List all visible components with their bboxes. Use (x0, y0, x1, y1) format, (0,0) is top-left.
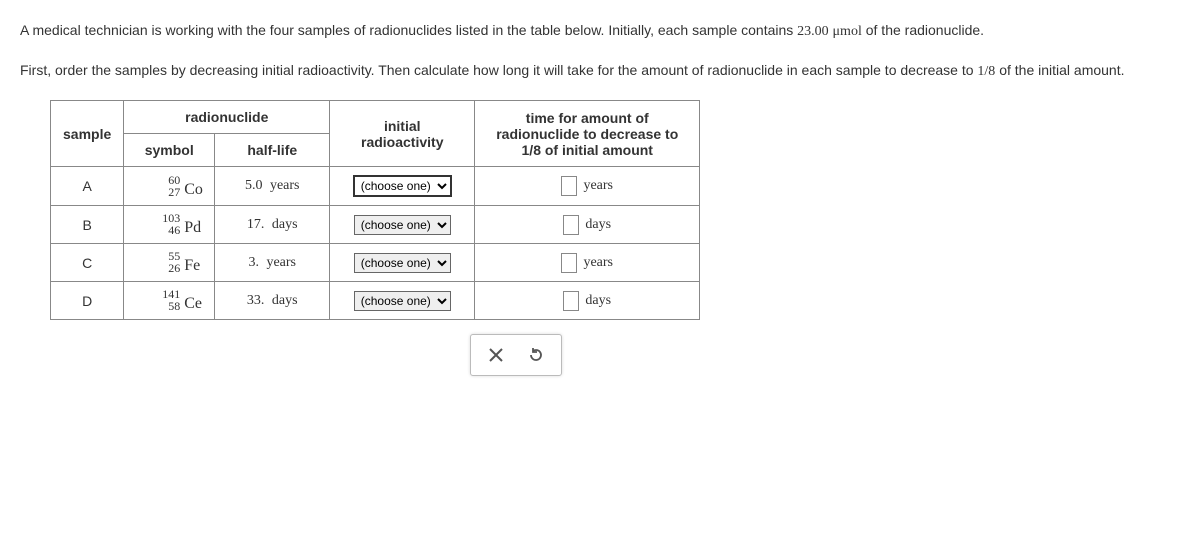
element-symbol: Fe (184, 258, 200, 274)
mass-number: 60 (158, 174, 180, 186)
action-bar (470, 334, 562, 376)
radioactivity-select[interactable]: (choose one) (353, 175, 452, 197)
half-life-value: 5.0 years (215, 167, 330, 206)
nuclide-symbol: 55 Fe 26 (124, 244, 215, 282)
sample-id: A (51, 167, 124, 206)
undo-icon (528, 347, 544, 363)
sample-id: B (51, 206, 124, 244)
half-life-value: 17. days (215, 206, 330, 244)
table-row: B 103 Pd 46 17. days (choose one) days (51, 206, 700, 244)
intro-text-2b: of the initial amount. (995, 62, 1124, 78)
radionuclide-table: sample radionuclide initial radioactivit… (50, 100, 700, 320)
radioactivity-select[interactable]: (choose one) (354, 291, 451, 311)
half-life-value: 3. years (215, 244, 330, 282)
nuclide-symbol: 141 Ce 58 (124, 282, 215, 320)
nuclide-symbol: 60 Co 27 (124, 167, 215, 206)
atomic-number: 27 (158, 186, 180, 198)
fraction: 1/8 (977, 64, 995, 79)
time-input[interactable] (561, 253, 577, 273)
element-symbol: Co (184, 182, 203, 198)
header-initial-radioactivity: initial radioactivity (330, 101, 475, 167)
atomic-number: 46 (158, 224, 180, 236)
atomic-number: 58 (158, 300, 180, 312)
table-row: A 60 Co 27 5.0 years (choose one) years (51, 167, 700, 206)
sample-id: D (51, 282, 124, 320)
radioactivity-select[interactable]: (choose one) (354, 215, 451, 235)
initial-amount: 23.00 (797, 24, 829, 39)
amount-unit: μmol (833, 24, 862, 39)
time-unit: days (585, 293, 611, 308)
time-input[interactable] (563, 291, 579, 311)
intro-text-1b: of the radionuclide. (862, 22, 984, 38)
intro-text-1: A medical technician is working with the… (20, 22, 797, 38)
time-unit: years (583, 178, 613, 193)
time-input[interactable] (563, 215, 579, 235)
header-symbol: symbol (124, 134, 215, 167)
close-icon (489, 348, 503, 362)
header-sample: sample (51, 101, 124, 167)
nuclide-symbol: 103 Pd 46 (124, 206, 215, 244)
problem-statement: A medical technician is working with the… (20, 20, 1161, 82)
radioactivity-select[interactable]: (choose one) (354, 253, 451, 273)
table-row: D 141 Ce 58 33. days (choose one) days (51, 282, 700, 320)
intro-text-2a: First, order the samples by decreasing i… (20, 62, 977, 78)
reset-button[interactable] (516, 340, 556, 370)
time-input[interactable] (561, 176, 577, 196)
header-radionuclide: radionuclide (124, 101, 330, 134)
half-life-value: 33. days (215, 282, 330, 320)
element-symbol: Ce (184, 296, 202, 312)
time-unit: years (583, 255, 613, 270)
time-unit: days (585, 217, 611, 232)
atomic-number: 26 (158, 262, 180, 274)
clear-button[interactable] (476, 340, 516, 370)
header-half-life: half-life (215, 134, 330, 167)
element-symbol: Pd (184, 220, 201, 236)
header-time: time for amount of radionuclide to decre… (475, 101, 700, 167)
table-row: C 55 Fe 26 3. years (choose one) years (51, 244, 700, 282)
sample-id: C (51, 244, 124, 282)
